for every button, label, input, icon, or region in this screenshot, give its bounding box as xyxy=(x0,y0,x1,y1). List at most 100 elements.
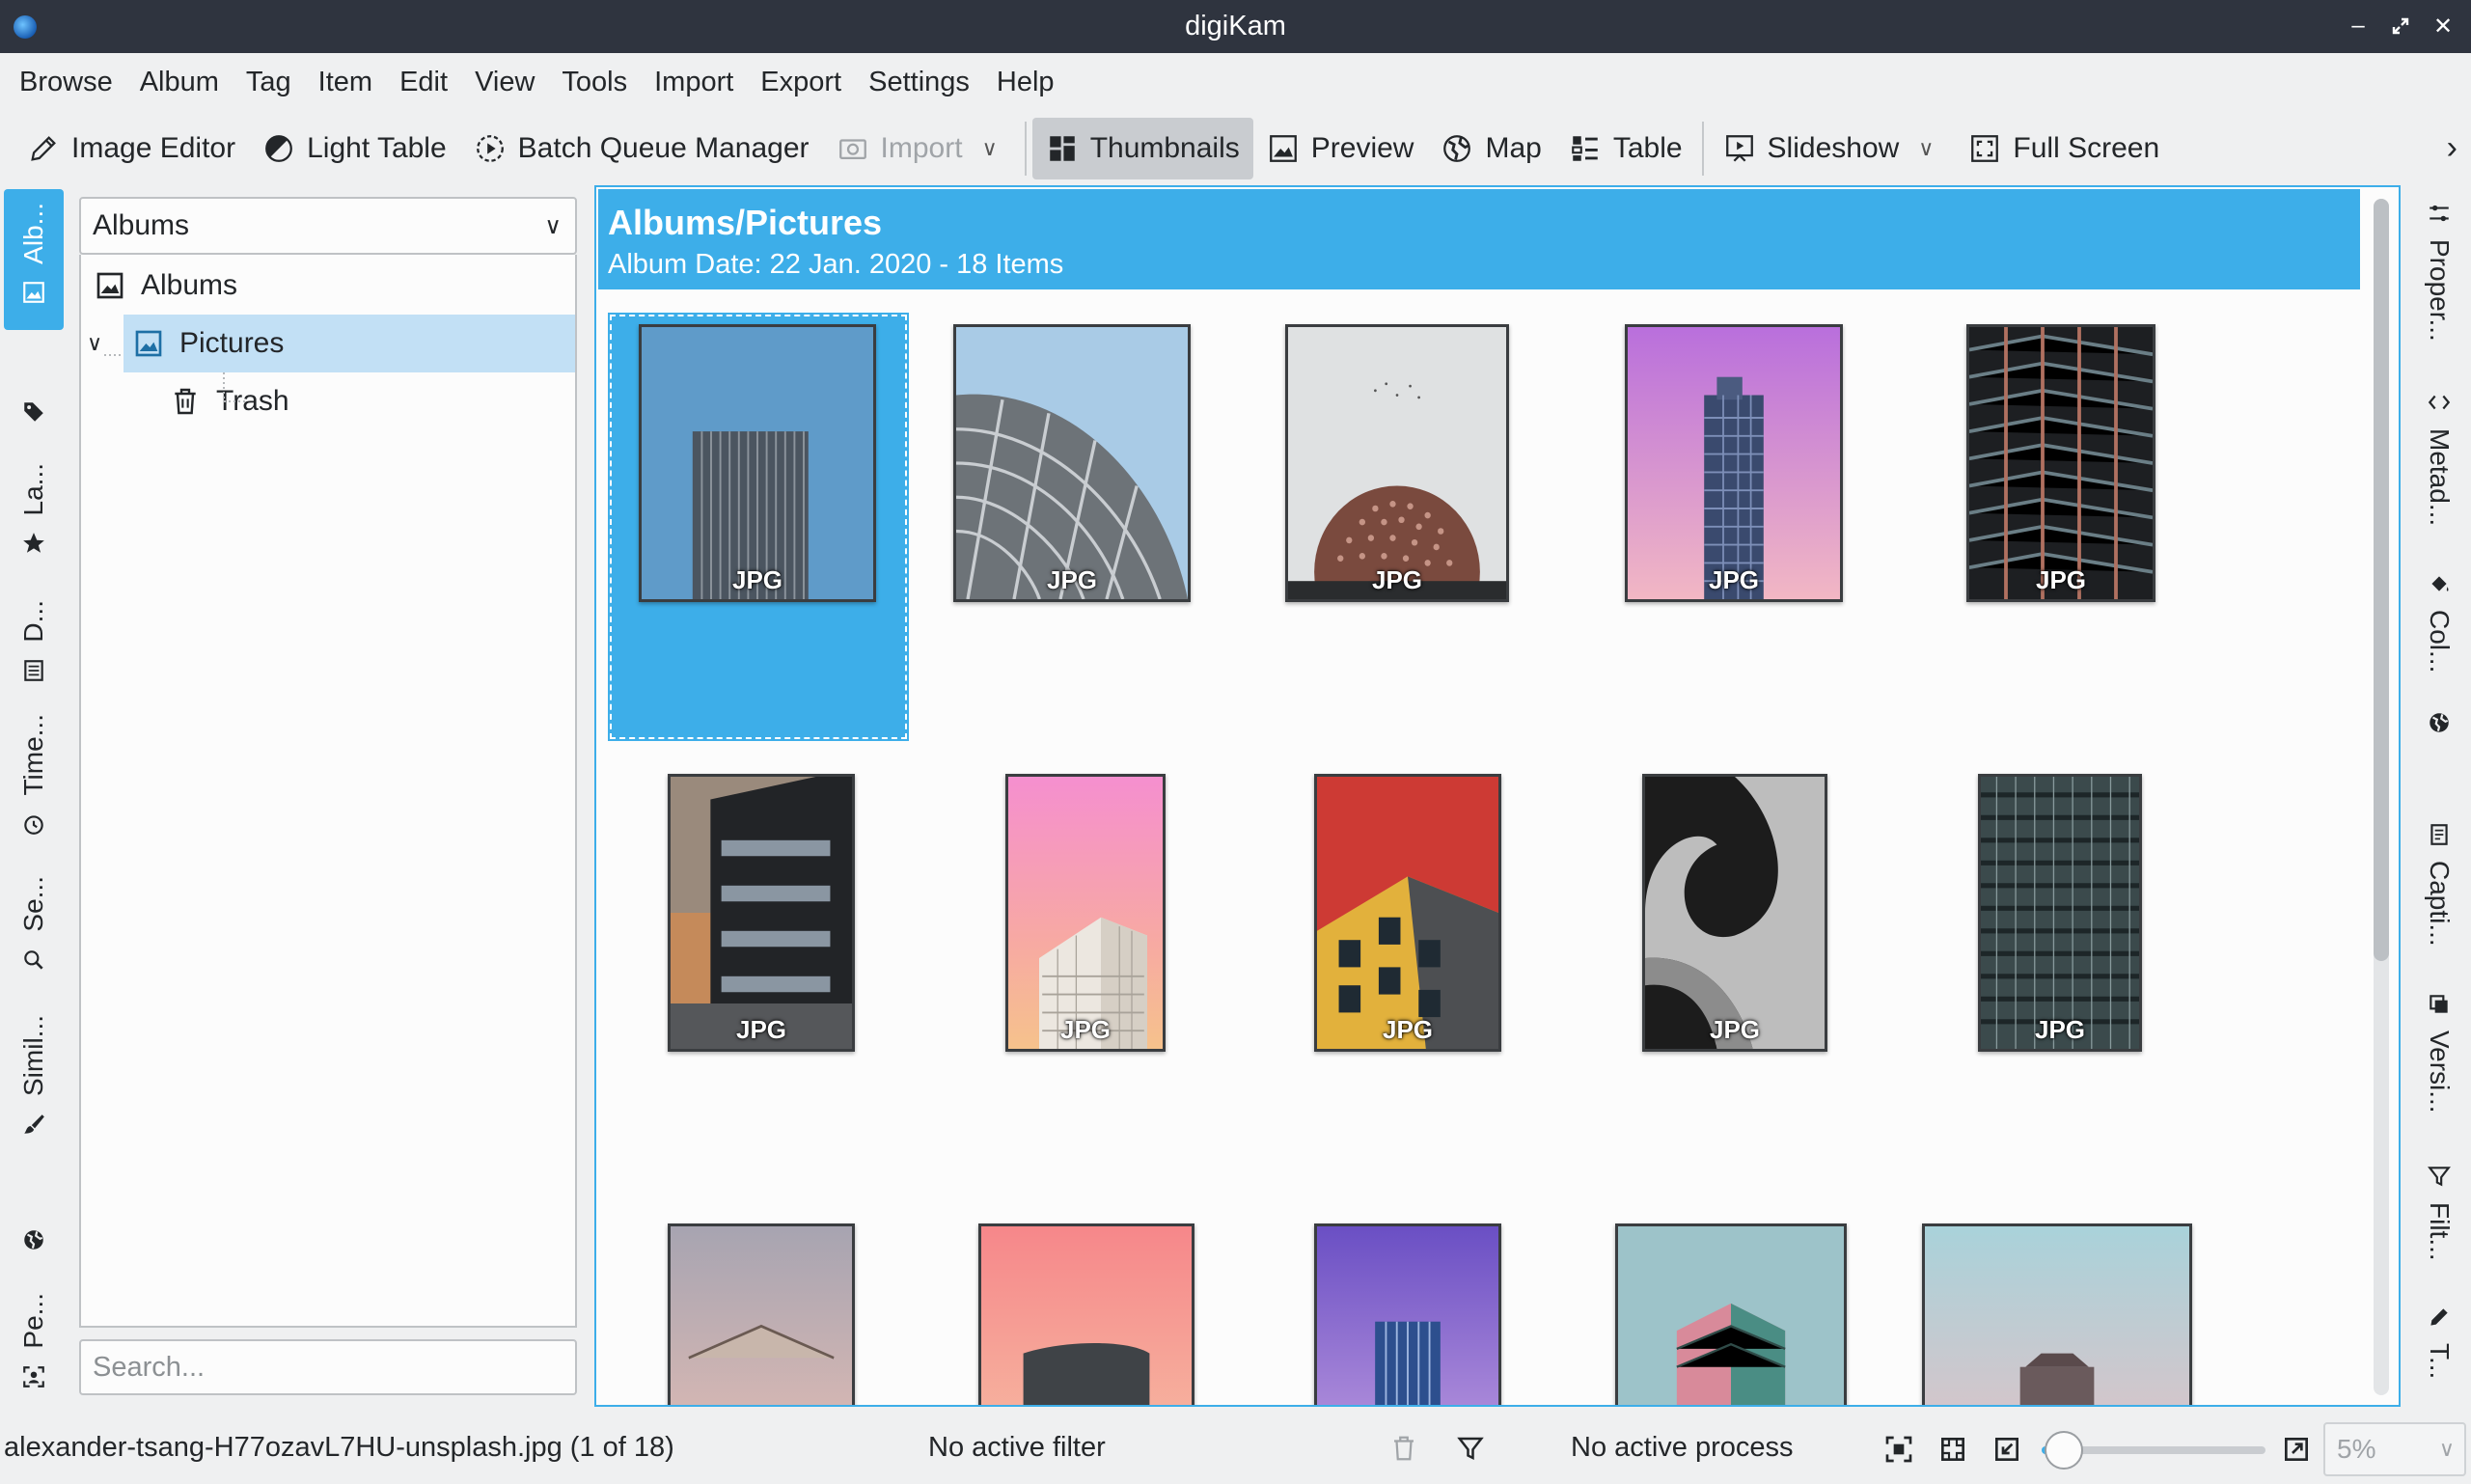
album-panel: Albums ∨ Albums ∨ Pictures Trash Search.… xyxy=(79,197,577,1401)
tab-people-label: Pe... xyxy=(18,1293,48,1349)
tag-icon-tab[interactable] xyxy=(4,399,64,425)
thumbnail-item[interactable]: JPG xyxy=(1005,774,1166,1052)
tab-metadata[interactable]: Metad... xyxy=(2410,390,2468,526)
zoom-fit-icon[interactable] xyxy=(1883,1434,1914,1465)
thumbnail-item[interactable]: JPG xyxy=(953,324,1191,602)
light-table-button[interactable]: Light Table xyxy=(249,118,460,179)
tab-dates[interactable]: D... xyxy=(4,600,64,683)
tab-people[interactable]: Pe... xyxy=(4,1293,64,1389)
vertical-scrollbar[interactable] xyxy=(2374,199,2389,1395)
batch-queue-manager-button[interactable]: Batch Queue Manager xyxy=(460,118,823,179)
thumbnail-image: JPG xyxy=(1314,774,1501,1052)
thumbnail-item[interactable]: JPG xyxy=(1285,324,1509,602)
album-view-combo[interactable]: Albums ∨ xyxy=(79,197,577,255)
thumbnail-item[interactable]: JPG xyxy=(608,313,909,741)
thumbnail-item[interactable] xyxy=(668,1223,855,1405)
menu-edit[interactable]: Edit xyxy=(386,53,461,111)
thumbnail-image xyxy=(1314,1223,1501,1405)
preview-button[interactable]: Preview xyxy=(1253,118,1428,179)
tab-filters[interactable]: Filt... xyxy=(2410,1164,2468,1261)
album-icon xyxy=(96,272,124,299)
menu-album[interactable]: Album xyxy=(126,53,233,111)
zoom-slider[interactable] xyxy=(2042,1431,2265,1470)
thumbnail-image: JPG xyxy=(1966,324,2155,602)
tab-captions[interactable]: Capti... xyxy=(2410,822,2468,947)
tab-albums[interactable]: Alb... xyxy=(4,189,64,330)
thumbnail-image: JPG xyxy=(1978,774,2142,1052)
close-button[interactable]: ✕ xyxy=(2429,10,2457,42)
zoom-level-combo[interactable]: 5% ∨ xyxy=(2323,1422,2466,1476)
filter-icon xyxy=(2428,1167,2451,1187)
menu-browse[interactable]: Browse xyxy=(6,53,126,111)
thumbnail-image: JPG xyxy=(1005,774,1166,1052)
chevron-down-icon[interactable]: ∨ xyxy=(975,136,1005,161)
table-button[interactable]: Table xyxy=(1555,118,1696,179)
digikam-app-icon[interactable] xyxy=(14,15,37,39)
tab-timeline[interactable]: Time... xyxy=(4,714,64,837)
chevron-down-icon[interactable]: ∨ xyxy=(1910,136,1941,161)
tab-tools[interactable]: T... xyxy=(2410,1305,2468,1379)
thumbnail-item[interactable]: JPG xyxy=(668,774,855,1052)
thumbnail-item[interactable] xyxy=(1615,1223,1847,1405)
tab-search[interactable]: Se... xyxy=(4,876,64,973)
image-editor-button[interactable]: Image Editor xyxy=(14,118,249,179)
toolbar-separator xyxy=(1701,122,1704,176)
tree-item-pictures[interactable]: Pictures xyxy=(124,315,575,372)
thumbnail-item[interactable] xyxy=(1922,1223,2192,1405)
menu-export[interactable]: Export xyxy=(747,53,855,111)
tab-versions[interactable]: Versi... xyxy=(2410,992,2468,1113)
thumbnail-item[interactable]: JPG xyxy=(1966,324,2155,602)
full-screen-button[interactable]: Full Screen xyxy=(1955,118,2173,179)
minimize-button[interactable]: – xyxy=(2344,10,2373,42)
thumbnail-image xyxy=(1922,1223,2192,1405)
menu-view[interactable]: View xyxy=(461,53,548,111)
tree-item-albums[interactable]: Albums xyxy=(95,257,567,315)
thumbnail-image xyxy=(978,1223,1194,1405)
thumbnail-item[interactable]: JPG xyxy=(1314,774,1501,1052)
calendar-icon xyxy=(24,659,43,681)
import-button[interactable]: Import ∨ xyxy=(823,118,1019,179)
maximize-button[interactable] xyxy=(2386,10,2415,42)
menu-item[interactable]: Item xyxy=(305,53,386,111)
menu-settings[interactable]: Settings xyxy=(855,53,983,111)
map-button[interactable]: Map xyxy=(1427,118,1554,179)
thumbnail-item[interactable]: JPG xyxy=(1642,774,1827,1052)
menu-tag[interactable]: Tag xyxy=(233,53,305,111)
format-badge: JPG xyxy=(1709,1015,1761,1044)
chevron-right-icon[interactable]: › xyxy=(2447,129,2457,167)
zoom-slider-handle[interactable] xyxy=(2045,1431,2083,1470)
tab-labels[interactable]: La... xyxy=(4,463,64,556)
scrollbar-thumb[interactable] xyxy=(2374,199,2389,961)
thumbnail-item[interactable] xyxy=(1314,1223,1501,1405)
zoom-out-icon[interactable] xyxy=(1991,1434,2022,1465)
tree-item-trash[interactable]: Trash xyxy=(170,372,556,430)
zoom-level-value: 5% xyxy=(2337,1434,2376,1464)
zoom-in-icon[interactable] xyxy=(2281,1434,2312,1465)
thumbnail-item[interactable] xyxy=(978,1223,1194,1405)
light-table-label: Light Table xyxy=(307,132,447,164)
thumbnail-item[interactable]: JPG xyxy=(1978,774,2142,1052)
album-icon xyxy=(23,281,44,303)
sliders-icon xyxy=(2430,205,2449,222)
album-search-input[interactable]: Search... xyxy=(79,1339,577,1395)
tab-properties[interactable]: Proper... xyxy=(2410,201,2468,342)
tab-map[interactable] xyxy=(2410,710,2468,735)
thumbnails-button[interactable]: Thumbnails xyxy=(1031,118,1253,179)
main-toolbar: Image Editor Light Table Batch Queue Man… xyxy=(0,112,2471,185)
tab-similarity[interactable]: Simil... xyxy=(4,1015,64,1137)
thumbnail-item[interactable]: JPG xyxy=(1625,324,1843,602)
title-bar: digiKam – ✕ xyxy=(0,0,2471,53)
globe-tab[interactable] xyxy=(4,1227,64,1252)
zoom-original-icon[interactable] xyxy=(1937,1434,1968,1465)
filter-icon[interactable] xyxy=(1455,1434,1486,1463)
album-tree: Albums ∨ Pictures Trash xyxy=(79,255,577,1328)
trash-icon[interactable] xyxy=(1389,1434,1418,1463)
menu-help[interactable]: Help xyxy=(983,53,1068,111)
menu-import[interactable]: Import xyxy=(641,53,747,111)
tree-expander[interactable]: ∨ xyxy=(81,315,106,372)
tab-colors[interactable]: Col... xyxy=(2410,571,2468,673)
slideshow-button[interactable]: Slideshow ∨ xyxy=(1710,118,1956,179)
brush-icon xyxy=(24,1114,44,1134)
menu-tools[interactable]: Tools xyxy=(548,53,641,111)
thumbnail-image: JPG xyxy=(1625,324,1843,602)
